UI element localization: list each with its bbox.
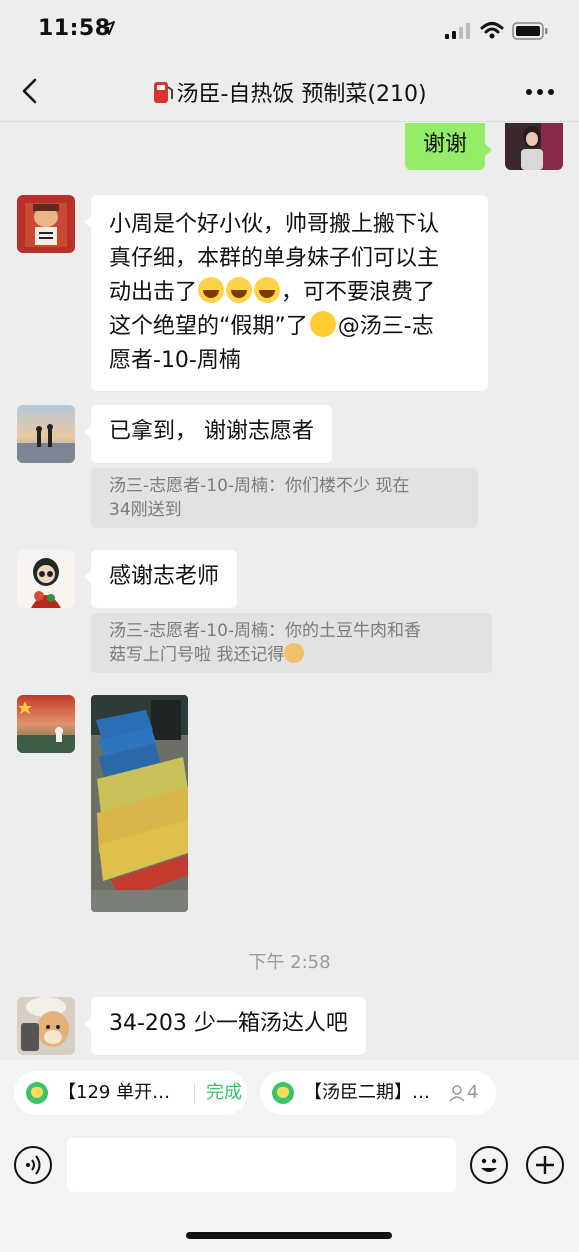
message-line: 真仔细，本群的单身妹子们可以主 <box>109 246 440 271</box>
message-bubble[interactable]: 已拿到， 谢谢志愿者 <box>84 405 332 463</box>
message-line: 小周是个好小伙，帅哥搬上搬下认 <box>109 212 440 237</box>
message-bubble-outgoing[interactable]: 谢谢 <box>405 123 493 170</box>
avatar[interactable] <box>17 550 75 608</box>
laugh-cry-emoji-icon <box>254 277 281 303</box>
message-input[interactable] <box>67 1138 456 1192</box>
pinned-item-2[interactable]: 【汤臣二期】… 4 <box>260 1071 496 1115</box>
shared-photo-image[interactable] <box>91 695 188 912</box>
fuel-icon <box>154 82 174 103</box>
laugh-cry-emoji-icon <box>226 277 253 303</box>
message-text: 动出击了 <box>109 280 198 305</box>
signal-icon <box>445 23 470 39</box>
message-timestamp: 下午 2:58 <box>248 952 331 973</box>
laugh-cry-emoji-icon <box>198 277 225 303</box>
message-bubble[interactable]: 小周是个好小伙，帅哥搬上搬下认 真仔细，本群的单身妹子们可以主 动出击了 ，可不要… <box>84 195 488 391</box>
group-icon <box>272 1082 294 1104</box>
more-icon[interactable] <box>522 84 558 100</box>
battery-icon <box>512 22 548 40</box>
avatar[interactable] <box>17 695 75 753</box>
wifi-icon <box>480 22 504 39</box>
message-bubble[interactable]: 感谢志老师 <box>83 550 238 608</box>
pinned-item-label: 【129 单开… <box>58 1082 171 1103</box>
message-text: 34-203 少一箱汤达人吧 <box>109 1011 348 1036</box>
message-line: 动出击了 ，可不要浪费了 <box>109 276 470 310</box>
message-line: 这个绝望的“假期”了 @汤三-志 <box>109 310 470 344</box>
divider <box>194 1083 195 1103</box>
mention-text: @汤三-志 <box>337 314 434 339</box>
avatar[interactable] <box>17 405 75 463</box>
avatar-self[interactable] <box>505 123 563 170</box>
quote-line: 34刚送到 <box>109 500 182 520</box>
pinned-item-1[interactable]: 【129 单开… 完成 <box>14 1071 247 1115</box>
chat-title-text: 汤臣-自热饭 预制菜(210) <box>176 82 427 107</box>
pinned-item-status: 完成 <box>206 1082 242 1103</box>
avatar[interactable] <box>17 997 75 1055</box>
message-bubble[interactable]: 34-203 少一箱汤达人吧 <box>84 997 366 1055</box>
member-count: 4 <box>467 1082 479 1103</box>
person-icon <box>449 1085 465 1102</box>
quote-line: 汤三-志愿者-10-周楠：你们楼不少 现在 <box>109 476 410 496</box>
quote-line: 汤三-志愿者-10-周楠：你的土豆牛肉和香 <box>109 621 422 641</box>
chat-title[interactable]: 汤臣-自热饭 预制菜(210) <box>0 76 579 108</box>
status-bar: 11:58 <box>0 0 579 62</box>
message-text: 感谢志老师 <box>109 564 220 589</box>
message-line: 愿者-10-周楠 <box>109 348 241 373</box>
message-text: 已拿到， 谢谢志愿者 <box>109 419 314 444</box>
quoted-message[interactable]: 汤三-志愿者-10-周楠：你们楼不少 现在 34刚送到 <box>91 468 478 528</box>
group-icon <box>26 1082 48 1104</box>
plus-icon[interactable] <box>526 1146 564 1184</box>
location-arrow-icon <box>101 21 115 35</box>
message-list[interactable]: 谢谢 小周是个好小伙，帅哥搬上搬下认 真仔细，本群的单身妹子们可以主 动出击了 ，… <box>0 123 579 1058</box>
emoji-icon[interactable] <box>470 1146 508 1184</box>
message-text: 谢谢 <box>423 132 468 157</box>
quoted-message[interactable]: 汤三-志愿者-10-周楠：你的土豆牛肉和香 菇写上门号啦 我还记得 <box>91 613 492 673</box>
doge-emoji-icon <box>284 643 305 663</box>
thinking-emoji-icon <box>309 311 336 337</box>
quote-line: 菇写上门号啦 我还记得 <box>109 643 474 667</box>
voice-icon[interactable] <box>14 1146 52 1184</box>
chat-header: 汤臣-自热饭 预制菜(210) <box>0 62 579 122</box>
pinned-item-label: 【汤臣二期】… <box>304 1082 430 1103</box>
input-bar <box>0 1126 579 1252</box>
quote-text: 菇写上门号啦 我还记得 <box>109 645 285 665</box>
message-text: ，可不要浪费了 <box>281 280 436 305</box>
message-text: 这个绝望的“假期”了 <box>109 314 308 339</box>
home-indicator[interactable] <box>186 1232 392 1239</box>
quick-access-bar: 【129 单开… 完成 【汤臣二期】… 4 <box>0 1060 579 1126</box>
avatar[interactable] <box>17 195 75 253</box>
